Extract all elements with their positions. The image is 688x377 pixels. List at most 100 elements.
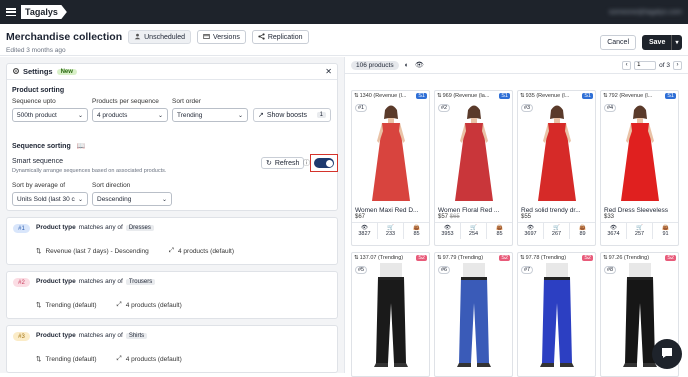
expand-icon: ⤢ xyxy=(168,247,174,254)
product-card[interactable]: ⇅ 935 (Revenue (l... S1 #3 Red solid tre… xyxy=(517,90,596,246)
sort-direction-select[interactable]: Descending ⌄ xyxy=(92,192,172,206)
sequence-upto-select[interactable]: 500th product ⌄ xyxy=(12,108,88,122)
rule-count: 4 products (default) xyxy=(125,355,182,363)
rule-sort: Revenue (last 7 days) - Descending xyxy=(45,247,149,255)
chevron-down-icon: ⌄ xyxy=(77,196,83,203)
collapse-icon[interactable]: ✕ xyxy=(325,67,332,76)
product-image-wrap[interactable]: #1 xyxy=(352,101,429,205)
chat-icon xyxy=(660,346,674,362)
sequence-upto-label: Sequence upto xyxy=(12,98,56,105)
smart-sequence-description: Dynamically arrange sequences based on a… xyxy=(12,168,167,174)
product-image-wrap[interactable]: #2 xyxy=(435,101,512,205)
product-metric: 97.78 (Trending) xyxy=(525,255,567,261)
product-card[interactable]: ⇅ 97.78 (Trending) S2 #7 xyxy=(517,252,596,377)
product-metric: 935 (Revenue (l... xyxy=(525,93,570,99)
sequence-tag: S1 xyxy=(499,93,510,99)
buys-stat: 👜 89 xyxy=(579,225,586,237)
sort-icon: ⇅ xyxy=(36,356,42,363)
top-bar: Tagalys someone@tagalys.com xyxy=(0,0,688,24)
carts-stat: 🛒 254 xyxy=(461,223,487,239)
book-icon[interactable]: 📖 xyxy=(77,143,86,150)
smart-sequence-toggle[interactable] xyxy=(314,158,334,168)
smart-sequence-label: Smart sequence xyxy=(12,158,63,165)
rule-number: #1 xyxy=(13,224,30,233)
product-image xyxy=(457,263,491,367)
product-rank: #8 xyxy=(604,266,617,274)
product-card[interactable]: ⇅ 792 (Revenue (l... S1 #4 Red Dress Sle… xyxy=(600,90,679,246)
replication-button[interactable]: Replication xyxy=(251,30,309,44)
chevron-down-icon[interactable]: ▾ xyxy=(671,35,682,50)
product-name[interactable]: Red solid trendy dr... xyxy=(518,205,595,214)
save-button[interactable]: Save ▾ xyxy=(642,35,682,50)
user-email[interactable]: someone@tagalys.com xyxy=(609,9,682,16)
product-name[interactable]: Women Maxi Red D... xyxy=(352,205,429,214)
product-card[interactable]: ⇅ 969 (Revenue (la... S1 #2 Women Floral… xyxy=(434,90,513,246)
settings-header[interactable]: Settings New ✕ xyxy=(7,64,337,80)
product-price: $33 xyxy=(604,214,615,220)
rule-condition: Product type matches any of Shirts xyxy=(36,332,148,339)
sort-icon: ⇅ xyxy=(437,93,442,99)
cancel-button[interactable]: Cancel xyxy=(600,35,636,50)
status-badge[interactable]: Unscheduled xyxy=(128,30,191,44)
settings-card: Settings New ✕ Product sorting Sequence … xyxy=(6,63,338,211)
product-image-wrap[interactable]: #7 xyxy=(518,263,595,367)
products-count-badge: 106 products xyxy=(351,60,399,70)
sequence-tag: S2 xyxy=(499,255,510,261)
eye-icon[interactable]: 👁 xyxy=(415,61,424,69)
product-name[interactable]: Women Floral Red ... xyxy=(435,205,512,214)
replication-icon xyxy=(258,32,265,42)
rule-count: 4 products (default) xyxy=(178,247,235,255)
sort-icon: ⇅ xyxy=(354,93,359,99)
left-panel: Settings New ✕ Product sorting Sequence … xyxy=(0,57,344,373)
rule-card[interactable]: #1 Product type matches any of Dresses ⇅… xyxy=(6,217,338,265)
sort-order-select[interactable]: Trending ⌄ xyxy=(172,108,248,122)
sort-icon: ⇅ xyxy=(520,255,525,261)
product-metric-row: ⇅ 137.07 (Trending) S2 xyxy=(352,253,429,263)
chevron-down-icon: ⌄ xyxy=(77,112,83,119)
per-sequence-label: Products per sequence xyxy=(92,98,159,105)
sort-by-avg-select[interactable]: Units Sold (last 30 c ⌄ xyxy=(12,192,88,206)
help-icon[interactable]: ⓘ xyxy=(303,158,310,168)
product-price: $55 xyxy=(521,214,532,220)
product-price: $57 $65 xyxy=(438,214,460,220)
app-logo[interactable]: Tagalys xyxy=(21,5,67,19)
gear-icon xyxy=(12,67,20,77)
product-card[interactable]: ⇅ 137.07 (Trending) S2 #5 xyxy=(351,252,430,377)
product-image-wrap[interactable]: #4 xyxy=(601,101,678,205)
products-toolbar: 106 products ◐ 👁 ‹ of 3 › xyxy=(345,57,688,74)
product-rank: #1 xyxy=(355,104,368,112)
product-name[interactable]: Red Dress Sleeveless xyxy=(601,205,678,214)
next-page-icon[interactable]: › xyxy=(673,60,682,70)
chevron-down-icon: ⌄ xyxy=(161,196,167,203)
product-metric-row: ⇅ 97.78 (Trending) S2 xyxy=(518,253,595,263)
sequence-tag: S1 xyxy=(582,93,593,99)
page-input[interactable] xyxy=(634,60,657,70)
product-stats: 👁 3697 🛒 267 👜 89 xyxy=(518,222,595,239)
rule-number: #3 xyxy=(13,332,30,341)
rule-card[interactable]: #2 Product type matches any of Trousers … xyxy=(6,271,338,319)
product-sorting-heading: Product sorting xyxy=(12,87,65,94)
show-boosts-button[interactable]: ↗ Show boosts 1 xyxy=(253,108,331,122)
rule-sort: Trending (default) xyxy=(45,355,97,363)
menu-icon[interactable] xyxy=(6,8,16,16)
product-card[interactable]: ⇅ 97.79 (Trending) S2 #6 xyxy=(434,252,513,377)
carts-stat: 🛒 257 xyxy=(627,223,653,239)
product-stats: 👁 3953 🛒 254 👜 85 xyxy=(435,222,512,239)
refresh-button[interactable]: ↻ Refresh xyxy=(261,157,305,169)
product-image-wrap[interactable]: #3 xyxy=(518,101,595,205)
rule-card[interactable]: #3 Product type matches any of Shirts ⇅ … xyxy=(6,325,338,373)
expand-icon: ⤢ xyxy=(116,301,122,308)
prev-page-icon[interactable]: ‹ xyxy=(622,60,632,70)
smart-sequence-toggle-highlight xyxy=(310,154,338,172)
product-image-wrap[interactable]: #5 xyxy=(352,263,429,367)
product-image-wrap[interactable]: #6 xyxy=(435,263,512,367)
sequence-tag: S2 xyxy=(665,255,676,261)
per-sequence-select[interactable]: 4 products ⌄ xyxy=(92,108,168,122)
half-circle-icon[interactable]: ◐ xyxy=(405,62,409,69)
product-metric-row: ⇅ 969 (Revenue (la... S1 xyxy=(435,91,512,101)
versions-icon xyxy=(203,33,210,42)
chat-widget-button[interactable] xyxy=(652,339,682,369)
sort-direction-label: Sort direction xyxy=(92,182,131,189)
product-card[interactable]: ⇅ 1340 (Revenue (l... S1 #1 Women Maxi R… xyxy=(351,90,430,246)
versions-button[interactable]: Versions xyxy=(197,30,246,44)
